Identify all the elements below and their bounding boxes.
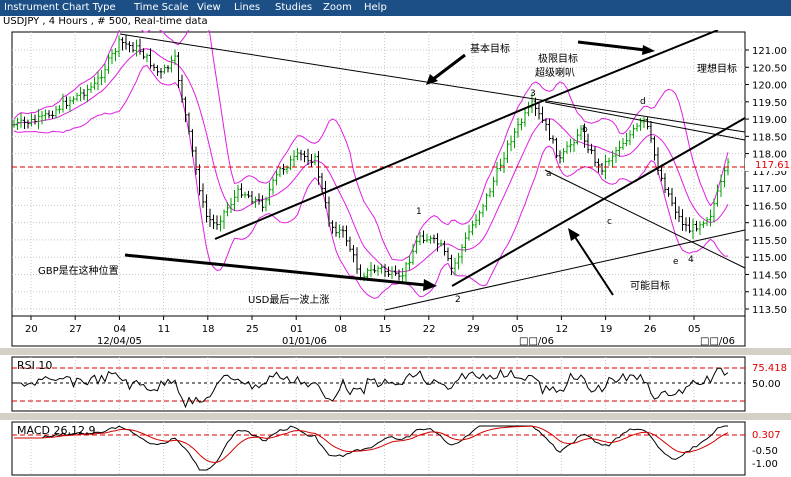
price-tick-label: 119.00	[752, 115, 787, 126]
price-chart: 基本目标 极限目标 超级喇叭 理想目标 GBP是在这种位置 USD最后一波上涨 …	[11, 30, 791, 347]
chart-title-bar: USDJPY , 4 Hours , # 500, Real-time data	[0, 16, 791, 30]
wave-label-1: 1	[416, 207, 422, 217]
menu-view[interactable]: View	[197, 2, 221, 13]
price-tick-label: 120.00	[752, 81, 787, 92]
chart-title: USDJPY , 4 Hours , # 500, Real-time data	[3, 16, 208, 27]
label-usd-last-wave: USD最后一波上涨	[248, 293, 329, 306]
rsi-level: 50.00	[752, 379, 781, 390]
wave-label-a: a	[546, 169, 552, 179]
price-panel[interactable]: 基本目标 极限目标 超级喇叭 理想目标 GBP是在这种位置 USD最后一波上涨 …	[0, 30, 791, 348]
macd-title: MACD 26,12,9	[17, 424, 95, 437]
price-tick-label: 115.50	[752, 236, 787, 247]
menu-lines[interactable]: Lines	[234, 2, 260, 13]
label-basic-target: 基本目标	[470, 42, 510, 55]
month-label: □□/06	[700, 336, 735, 347]
price-tick-label: 116.00	[752, 219, 787, 230]
date-tick-label: 19	[600, 324, 613, 335]
macd-panel[interactable]: MACD 26,12,9 0.307 -0.50 -1.00	[0, 420, 791, 477]
price-tick-label: 116.50	[752, 201, 787, 212]
price-tick-label: 114.00	[752, 288, 787, 299]
rsi-plot-frame	[11, 356, 746, 412]
label-ideal-target: 理想目标	[697, 62, 737, 75]
menu-time-scale[interactable]: Time Scale	[134, 2, 189, 13]
macd-chart: MACD 26,12,9 0.307 -0.50 -1.00	[11, 421, 781, 476]
price-tick-label: 117.00	[752, 184, 787, 195]
date-tick-label: 18	[202, 324, 215, 335]
menu-zoom[interactable]: Zoom	[323, 2, 352, 13]
current-price-label: 117.61	[755, 160, 790, 171]
macd-value: 0.307	[752, 430, 781, 441]
macd-level-2: -1.00	[752, 459, 778, 470]
menu-help[interactable]: Help	[364, 2, 387, 13]
rsi-chart: RSI 10 75.418 50.00	[11, 356, 787, 412]
wave-label-b: b	[582, 125, 588, 135]
label-extreme-target: 极限目标	[538, 52, 578, 65]
menu-bar: Instrument Chart Type Time Scale View Li…	[0, 0, 791, 16]
label-gbp-position: GBP是在这种位置	[38, 264, 119, 277]
label-overshoot: 超级喇叭	[535, 66, 575, 79]
date-tick-label: 12	[555, 324, 568, 335]
date-tick-label: 04	[113, 324, 126, 335]
date-tick-label: 01	[290, 324, 303, 335]
month-label: □□/06	[519, 336, 554, 347]
label-possible-target: 可能目标	[630, 279, 670, 292]
price-axis: 121.00120.50120.00119.50119.00118.50118.…	[745, 46, 787, 316]
date-tick-label: 20	[25, 324, 38, 335]
price-tick-label: 115.00	[752, 253, 787, 264]
month-label: 01/01/06	[282, 336, 327, 347]
price-tick-label: 114.50	[752, 270, 787, 281]
price-plot-frame	[11, 31, 746, 347]
macd-level-1: -0.50	[752, 446, 778, 457]
price-tick-label: 121.00	[752, 46, 787, 57]
price-tick-label: 120.50	[752, 63, 787, 74]
date-tick-label: 05	[511, 324, 524, 335]
rsi-value: 75.418	[752, 363, 787, 374]
date-tick-label: 27	[69, 324, 82, 335]
rsi-panel[interactable]: RSI 10 75.418 50.00	[0, 355, 791, 413]
price-tick-label: 119.50	[752, 98, 787, 109]
menu-instrument[interactable]: Instrument	[4, 2, 59, 13]
wave-label-e: e	[673, 257, 679, 267]
date-tick-label: 29	[467, 324, 480, 335]
wave-label-c: c	[607, 217, 612, 227]
wave-label-d: d	[640, 97, 646, 107]
menu-studies[interactable]: Studies	[275, 2, 312, 13]
wave-label-4: 4	[688, 255, 694, 265]
month-label: 12/04/05	[97, 336, 142, 347]
date-tick-label: 15	[379, 324, 392, 335]
price-tick-label: 113.50	[752, 305, 787, 316]
date-tick-label: 26	[644, 324, 657, 335]
date-tick-label: 22	[423, 324, 436, 335]
wave-label-3: 3	[530, 89, 536, 99]
date-tick-label: 25	[246, 324, 259, 335]
date-tick-label: 08	[334, 324, 347, 335]
date-tick-label: 11	[158, 324, 171, 335]
date-tick-label: 05	[688, 324, 701, 335]
menu-chart-type[interactable]: Chart Type	[62, 2, 116, 13]
rsi-title: RSI 10	[17, 359, 52, 372]
price-tick-label: 118.50	[752, 132, 787, 143]
wave-label-2: 2	[455, 295, 461, 305]
